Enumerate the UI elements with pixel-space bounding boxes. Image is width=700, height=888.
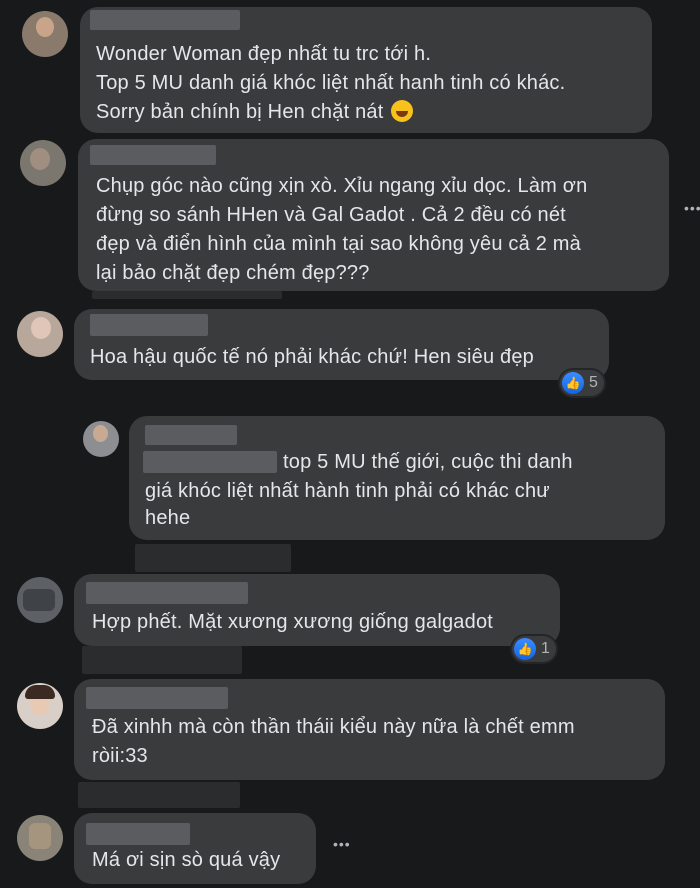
comment-bubble: Hoa hậu quốc tế nó phải khác chứ! Hen si… <box>74 309 609 380</box>
comment-text-line: Chụp góc nào cũng xịn xò. Xỉu ngang xỉu … <box>96 175 588 197</box>
comment-text-line: lại bảo chặt đẹp chém đẹp??? <box>96 262 370 284</box>
commenter-name[interactable] <box>90 314 208 336</box>
like-icon: 👍 <box>562 372 584 394</box>
comment-text-line: Đã xinhh mà còn thần tháii kiểu này nữa … <box>92 716 575 738</box>
comment-text-line: Hợp phết. Mặt xương xương giống galgadot <box>92 611 494 633</box>
comment-text-line: ròii:33 <box>92 745 148 767</box>
commenter-avatar[interactable] <box>17 683 63 729</box>
comment-text-line: Wonder Woman đẹp nhất tu trc tới h. <box>96 43 432 65</box>
mentioned-user-tag[interactable] <box>143 451 277 473</box>
commenter-name[interactable] <box>86 687 228 709</box>
reaction-summary[interactable]: 👍 1 <box>512 636 556 662</box>
comment-bubble: Đã xinhh mà còn thần tháii kiểu này nữa … <box>74 679 665 780</box>
like-icon: 👍 <box>514 638 536 660</box>
commenter-avatar[interactable] <box>17 577 63 623</box>
comment-text-line: giá khóc liệt nhất hành tinh phải có khá… <box>145 480 550 502</box>
comment-text-line: hehe <box>145 507 191 529</box>
comment-actions[interactable] <box>135 544 291 572</box>
comment-text-line: Má ơi sịn sò quá vậy <box>92 849 281 871</box>
comment-bubble: Hợp phết. Mặt xương xương giống galgadot <box>74 574 560 646</box>
comment-text-line: Hoa hậu quốc tế nó phải khác chứ! Hen si… <box>90 346 534 368</box>
comment-bubble: Wonder Woman đẹp nhất tu trc tới h. Top … <box>80 7 652 133</box>
comment-actions[interactable] <box>82 646 242 674</box>
reaction-count: 5 <box>589 374 598 391</box>
commenter-avatar[interactable] <box>17 311 63 357</box>
reply-bubble: top 5 MU thế giới, cuộc thi danh giá khó… <box>129 416 665 540</box>
reaction-summary[interactable]: 👍 5 <box>560 370 604 396</box>
commenter-name[interactable] <box>86 582 248 604</box>
commenter-avatar[interactable] <box>17 815 63 861</box>
more-options-icon[interactable]: ••• <box>684 200 700 216</box>
comment-bubble: Má ơi sịn sò quá vậy <box>74 813 316 884</box>
more-options-icon[interactable]: ••• <box>333 836 351 852</box>
comment-text-line: Top 5 MU danh giá khóc liệt nhất hanh ti… <box>96 72 566 94</box>
commenter-name[interactable] <box>145 425 237 445</box>
comment-text-line: top 5 MU thế giới, cuộc thi danh <box>283 451 573 473</box>
comment-actions[interactable] <box>92 291 282 299</box>
comment-text-line: đừng so sánh HHen và Gal Gadot . Cả 2 đề… <box>96 204 566 226</box>
laughing-emoji-icon <box>391 100 414 122</box>
commenter-avatar[interactable] <box>83 421 119 457</box>
comment-text-line: Sorry bản chính bị Hen chặt nát <box>96 98 414 127</box>
commenter-name[interactable] <box>90 145 216 165</box>
commenter-avatar[interactable] <box>20 140 66 186</box>
reaction-count: 1 <box>541 640 550 657</box>
comment-text-line: đẹp và điển hình của mình tại sao không … <box>96 233 581 255</box>
commenter-name[interactable] <box>86 823 190 845</box>
comment-bubble: Chụp góc nào cũng xịn xò. Xỉu ngang xỉu … <box>78 139 669 291</box>
commenter-avatar[interactable] <box>22 11 68 57</box>
comment-actions[interactable] <box>78 782 240 808</box>
commenter-name[interactable] <box>90 10 240 30</box>
